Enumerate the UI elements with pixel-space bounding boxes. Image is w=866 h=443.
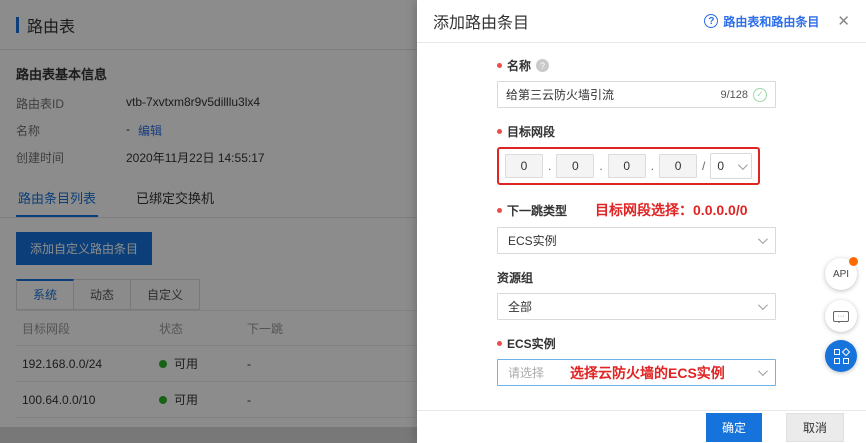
name-input[interactable]: 给第三云防火墙引流 9/128 ✓ [497,81,776,108]
chevron-down-icon [758,300,768,310]
chevron-down-icon [738,160,748,170]
page-footer-strip [0,427,417,443]
required-dot-icon [497,129,502,134]
next-hop-type-group: 下一跳类型 目标网段选择：0.0.0.0/0 ECS实例 [497,200,776,254]
next-hop-type-label-text: 下一跳类型 [507,202,567,219]
ecs-instance-field: ECS实例 请选择 选择云防火墙的ECS实例 [497,335,776,386]
chevron-down-icon [758,366,768,376]
next-hop-type-label: 下一跳类型 [497,202,567,219]
notification-dot-icon [849,257,858,266]
required-dot-icon [497,341,502,346]
name-field-group: 名称 ? 给第三云防火墙引流 9/128 ✓ [497,57,776,108]
cidr-label: 目标网段 [497,123,776,140]
resource-group-label-text: 资源组 [497,269,533,286]
drawer-footer: 确定 取消 [417,410,866,443]
next-hop-label-row: 下一跳类型 目标网段选择：0.0.0.0/0 [497,200,776,220]
cidr-highlight-box: 0 . 0 . 0 . 0 / 0 [497,147,760,185]
help-link-label: 路由表和路由条目 [723,13,819,30]
cidr-label-text: 目标网段 [507,123,555,140]
required-dot-icon [497,208,502,213]
drawer-header: 添加路由条目 ? 路由表和路由条目 ✕ [417,0,866,43]
ecs-instance-select[interactable]: 请选择 选择云防火墙的ECS实例 [497,359,776,386]
speech-bubble-icon: ··· [833,311,849,322]
next-hop-type-select[interactable]: ECS实例 [497,227,776,254]
slash-separator: / [702,159,705,173]
confirm-button[interactable]: 确定 [706,413,762,442]
route-table-page: 路由表 路由表基本信息 路由表ID vtb-7xvtxm8r9v5dilllu3… [0,0,417,443]
grid-icon [834,349,849,364]
feedback-fab-button[interactable]: ··· [825,300,857,332]
cidr-annotation-text: 目标网段选择：0.0.0.0/0 [595,200,748,220]
resource-group-value: 全部 [508,298,758,315]
chevron-down-icon [758,234,768,244]
resource-group-label: 资源组 [497,269,776,286]
next-hop-type-value: ECS实例 [508,232,758,249]
cancel-button[interactable]: 取消 [786,413,844,442]
valid-check-icon: ✓ [753,88,767,102]
octet-separator: . [599,159,602,173]
name-input-value: 给第三云防火墙引流 [506,86,720,103]
cidr-prefix-select[interactable]: 0 [710,153,752,179]
add-route-entry-drawer: 添加路由条目 ? 路由表和路由条目 ✕ 名称 ? 给第三云防火墙引流 9/128… [417,0,866,443]
prefix-value: 0 [717,159,724,173]
resource-group-field: 资源组 全部 [497,269,776,320]
close-icon[interactable]: ✕ [837,14,850,29]
api-fab-button[interactable]: API [825,258,857,290]
ecs-instance-label-text: ECS实例 [507,335,556,352]
name-label-text: 名称 [507,57,531,74]
octet-separator: . [651,159,654,173]
required-dot-icon [497,63,502,68]
drawer-title: 添加路由条目 [433,9,529,33]
help-circle-icon: ? [704,14,718,28]
cidr-octet-1-input[interactable]: 0 [505,154,543,178]
cidr-octet-2-input[interactable]: 0 [556,154,594,178]
cidr-field-group: 目标网段 0 . 0 . 0 . 0 / 0 [497,123,776,185]
octet-separator: . [548,159,551,173]
cidr-octet-3-input[interactable]: 0 [608,154,646,178]
apps-fab-button[interactable] [825,340,857,372]
drawer-body: 名称 ? 给第三云防火墙引流 9/128 ✓ 目标网段 0 . 0 . 0 . [417,43,866,386]
name-label: 名称 ? [497,57,776,74]
api-label: API [833,269,849,280]
modal-dim-overlay [0,0,417,443]
resource-group-select[interactable]: 全部 [497,293,776,320]
ecs-annotation-text: 选择云防火墙的ECS实例 [570,363,758,383]
help-link[interactable]: ? 路由表和路由条目 [704,13,819,30]
question-circle-icon[interactable]: ? [536,59,549,72]
cidr-octet-4-input[interactable]: 0 [659,154,697,178]
ecs-select-placeholder: 请选择 [508,364,544,381]
ecs-instance-label: ECS实例 [497,335,776,352]
char-counter: 9/128 [720,89,748,101]
